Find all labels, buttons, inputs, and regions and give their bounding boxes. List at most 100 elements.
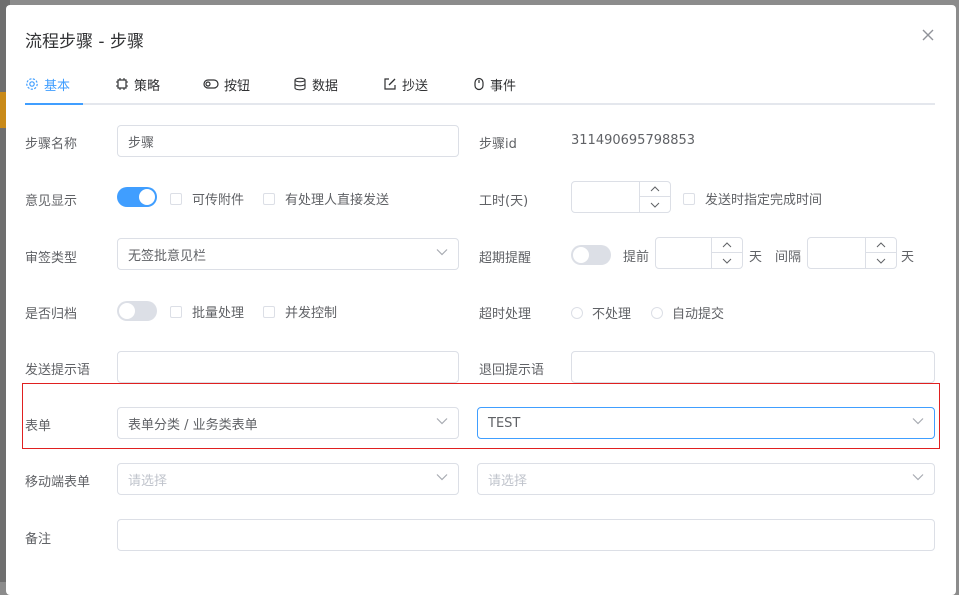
concurrent-checkbox[interactable]: 并发控制: [263, 302, 337, 321]
checkbox-box: [263, 305, 275, 318]
tab-events[interactable]: 事件: [473, 71, 516, 97]
toggle-icon: [203, 79, 219, 89]
send-tip-input[interactable]: [117, 351, 459, 383]
mouse-icon: [474, 77, 484, 91]
checkbox-label: 批量处理: [192, 306, 245, 321]
form-select[interactable]: TEST: [477, 407, 935, 439]
select-placeholder: 请选择: [128, 473, 168, 489]
sign-type-label: 审签类型: [25, 251, 78, 266]
batch-checkbox[interactable]: 批量处理: [170, 302, 244, 321]
stepper-controls: [711, 238, 742, 268]
tab-active-indicator: [25, 103, 83, 105]
tab-bar: 基本 策略 按钮 数据 抄送 事件: [25, 65, 935, 105]
chevron-down-icon: [912, 474, 924, 481]
attach-checkbox[interactable]: 可传附件: [170, 189, 244, 208]
remark-label: 备注: [25, 532, 52, 547]
tab-buttons[interactable]: 按钮: [203, 71, 250, 97]
chevron-up-icon: [876, 242, 886, 248]
tab-label: 策略: [134, 78, 161, 94]
checkbox-label: 并发控制: [285, 306, 338, 321]
opinion-label: 意见显示: [25, 194, 78, 209]
tab-label: 数据: [312, 78, 339, 94]
step-name-label: 步骤名称: [25, 137, 78, 152]
overdue-before-input[interactable]: [655, 237, 743, 269]
tab-label: 基本: [44, 78, 71, 94]
step-id-label: 步骤id: [479, 137, 517, 152]
remark-input[interactable]: [117, 519, 935, 551]
chevron-down-icon: [876, 258, 886, 264]
checkbox-label: 可传附件: [192, 193, 245, 208]
checkbox-label: 有处理人直接发送: [285, 193, 390, 208]
work-hours-input[interactable]: [571, 181, 671, 213]
checkbox-label: 发送时指定完成时间: [705, 193, 823, 208]
interval-day-unit: 天: [901, 250, 915, 265]
checkbox-box: [683, 192, 695, 205]
select-value: 无签批意见栏: [128, 248, 207, 264]
select-value: 表单分类 / 业务类表单: [128, 417, 258, 433]
edit-icon: [384, 78, 396, 90]
cpu-icon: [116, 78, 128, 90]
tab-label: 事件: [490, 78, 517, 94]
radio-no-action[interactable]: 不处理: [571, 303, 631, 322]
overdue-interval-label: 间隔: [775, 250, 802, 265]
radio-dot: [651, 306, 663, 319]
return-tip-input[interactable]: [571, 351, 935, 383]
tab-cc[interactable]: 抄送: [383, 71, 428, 97]
opinion-switch[interactable]: [117, 187, 157, 207]
decrease-button[interactable]: [712, 253, 742, 268]
overdue-interval-input[interactable]: [807, 237, 897, 269]
gear-icon: [26, 78, 38, 90]
chevron-down-icon: [436, 418, 448, 425]
tab-label: 抄送: [402, 78, 429, 94]
specify-time-checkbox[interactable]: 发送时指定完成时间: [683, 189, 822, 208]
tab-basic[interactable]: 基本: [25, 71, 70, 97]
select-placeholder: 请选择: [488, 473, 528, 489]
timeout-label: 超时处理: [479, 307, 532, 322]
mobile-form-label: 移动端表单: [25, 475, 91, 490]
switch-knob: [119, 303, 135, 319]
stepper-controls: [865, 238, 896, 268]
switch-knob: [139, 189, 155, 205]
chevron-down-icon: [912, 418, 924, 425]
return-tip-label: 退回提示语: [479, 363, 545, 378]
send-tip-label: 发送提示语: [25, 363, 91, 378]
step-name-input[interactable]: 步骤: [117, 125, 459, 157]
chevron-up-icon: [650, 186, 660, 192]
checkbox-box: [263, 192, 275, 205]
step-id-value: 311490695798853: [571, 133, 696, 148]
chevron-down-icon: [436, 474, 448, 481]
chevron-down-icon: [436, 249, 448, 256]
overdue-day-unit: 天: [749, 250, 763, 265]
form-label: 表单: [25, 419, 52, 434]
step-dialog: 流程步骤 - 步骤 基本 策略 按钮 数据 抄送 事件 步骤名称 步骤 步骤id…: [6, 5, 956, 595]
chevron-up-icon: [722, 242, 732, 248]
checkbox-box: [170, 192, 182, 205]
decrease-button[interactable]: [866, 253, 896, 268]
chevron-down-icon: [650, 202, 660, 208]
decrease-button[interactable]: [640, 197, 670, 212]
switch-knob: [573, 247, 589, 263]
increase-button[interactable]: [866, 238, 896, 253]
direct-send-checkbox[interactable]: 有处理人直接发送: [263, 189, 389, 208]
radio-label: 不处理: [592, 307, 632, 322]
archive-switch[interactable]: [117, 301, 157, 321]
select-value: TEST: [488, 415, 521, 431]
tab-strategy[interactable]: 策略: [115, 71, 160, 97]
radio-dot: [571, 306, 583, 319]
work-hours-label: 工时(天): [479, 194, 529, 209]
mobile-form-select[interactable]: 请选择: [477, 463, 935, 495]
radio-auto-submit[interactable]: 自动提交: [651, 303, 724, 322]
close-icon[interactable]: [920, 27, 936, 43]
overdue-switch[interactable]: [571, 245, 611, 265]
stepper-controls: [639, 182, 670, 212]
archive-label: 是否归档: [25, 307, 78, 322]
form-category-select[interactable]: 表单分类 / 业务类表单: [117, 407, 459, 439]
increase-button[interactable]: [640, 182, 670, 197]
tab-label: 按钮: [224, 78, 251, 94]
mobile-form-category-select[interactable]: 请选择: [117, 463, 459, 495]
overdue-label: 超期提醒: [479, 251, 532, 266]
dialog-title: 流程步骤 - 步骤: [25, 32, 144, 52]
tab-data[interactable]: 数据: [293, 71, 338, 97]
increase-button[interactable]: [712, 238, 742, 253]
sign-type-select[interactable]: 无签批意见栏: [117, 238, 459, 270]
